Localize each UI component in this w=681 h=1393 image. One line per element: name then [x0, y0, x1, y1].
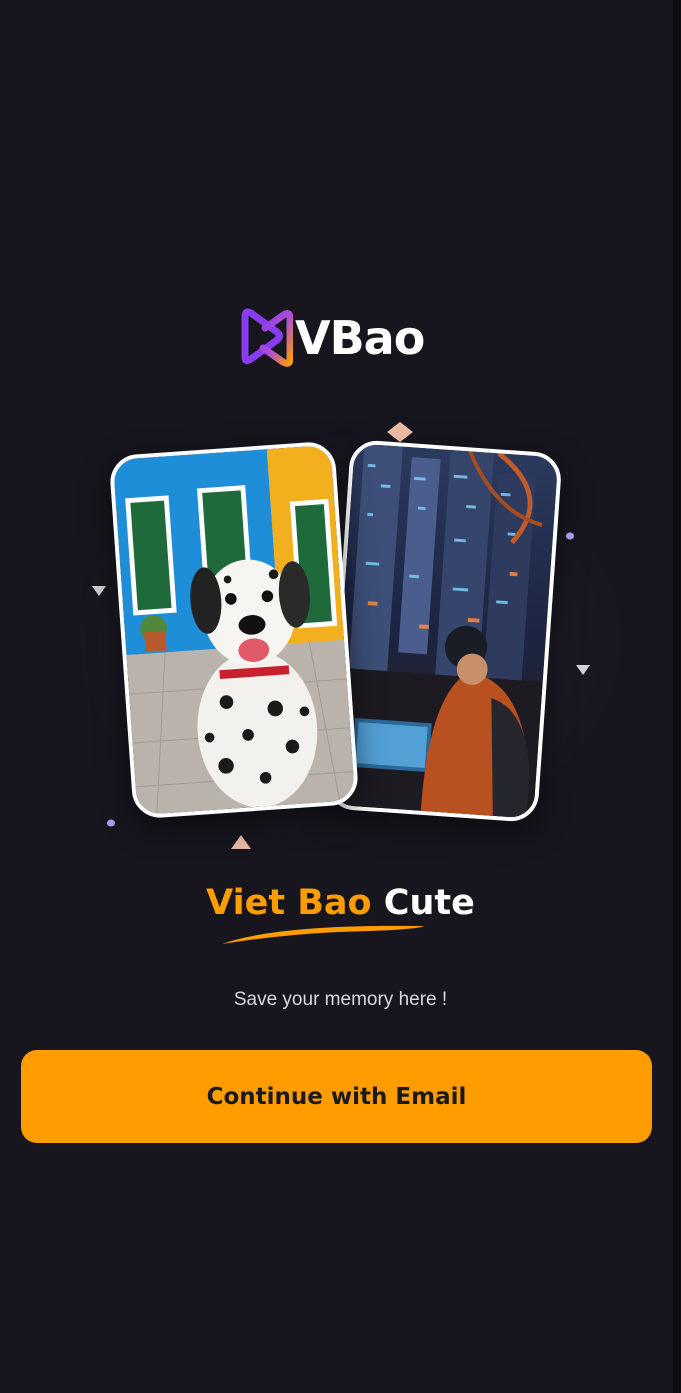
welcome-screen: VBao Viet Bao Cute Save your memory here… — [0, 0, 681, 1393]
sparkle-diamond-icon — [387, 422, 413, 442]
sparkle-dot-icon — [107, 819, 115, 827]
headline-accent: Viet Bao — [206, 883, 372, 923]
city-photo — [329, 443, 559, 819]
sparkle-triangle-icon — [92, 586, 106, 596]
headline-plain: Cute — [383, 883, 475, 923]
screen-edge — [673, 0, 681, 1393]
tagline: Save your memory here ! — [233, 989, 448, 1010]
photo-card-dog — [108, 440, 360, 820]
app-logo: VBao — [237, 306, 425, 370]
sparkle-dot-icon — [566, 532, 574, 540]
sparkle-triangle-icon — [576, 665, 590, 675]
play-logo-icon — [241, 308, 293, 367]
continue-with-email-button[interactable]: Continue with Email — [21, 1050, 652, 1143]
logo-text: VBao — [295, 311, 425, 365]
sparkle-triangle-icon — [231, 835, 251, 849]
headline-underline — [222, 925, 424, 944]
photo-card-city — [325, 439, 563, 823]
dog-photo — [112, 444, 356, 816]
